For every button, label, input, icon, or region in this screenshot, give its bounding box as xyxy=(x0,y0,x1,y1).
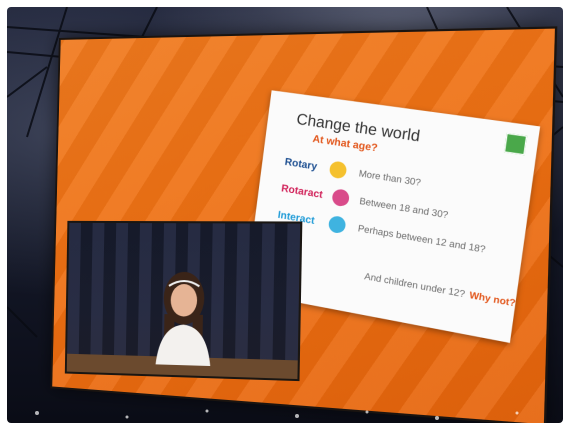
club-answer: More than 30? xyxy=(358,168,421,188)
club-name: Rotary xyxy=(284,157,318,173)
photo-frame: Change the world At what age? Rotary Mor… xyxy=(0,0,570,430)
brand-logo-icon xyxy=(504,133,527,155)
club-answer: Perhaps between 12 and 18? xyxy=(357,223,486,255)
club-answer: Between 18 and 30? xyxy=(359,196,449,221)
rotaract-wheel-icon xyxy=(331,188,350,207)
speaker-girl xyxy=(148,263,221,366)
why-not-emphasis: Why not? xyxy=(469,290,517,309)
speaker-video-inset xyxy=(65,221,303,381)
arena-scene: Change the world At what age? Rotary Mor… xyxy=(7,7,563,423)
rotary-wheel-icon xyxy=(329,160,348,179)
closing-question: And children under 12? xyxy=(364,271,466,300)
crowd-lights xyxy=(7,383,563,423)
closing-line: And children under 12? Why not? xyxy=(364,271,517,309)
interact-wheel-icon xyxy=(328,215,347,234)
club-name: Rotaract xyxy=(281,183,324,201)
stage-screen: Change the world At what age? Rotary Mor… xyxy=(7,7,563,423)
